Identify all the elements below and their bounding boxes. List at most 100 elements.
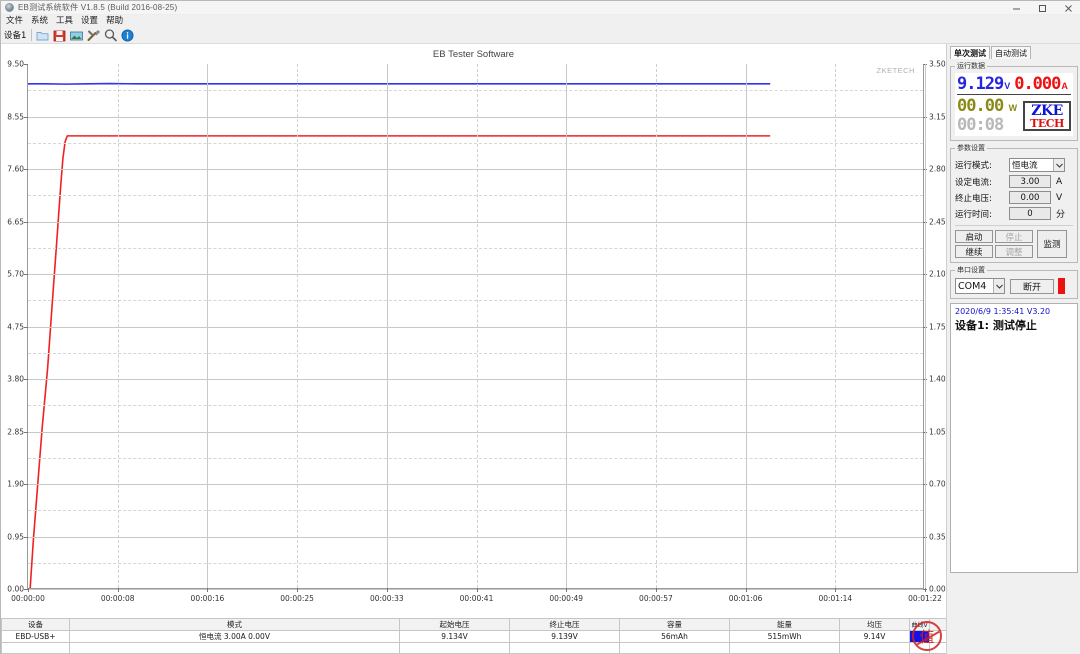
cell-mode: 恒电流 3.00A 0.00V [69,630,400,643]
table-row[interactable]: EBD-USB+ 恒电流 3.00A 0.00V 9.134V 9.139V 5… [1,630,947,643]
y-axis-left-tick-mark [24,221,28,223]
save-disk-icon[interactable] [52,28,67,43]
menu-help[interactable]: 帮助 [106,15,123,27]
table-row-empty[interactable] [1,642,947,654]
y-axis-right-tick: 3.15 [929,112,946,121]
port-settings-legend: 串口设置 [957,266,985,274]
y-axis-right-tick: 3.50 [929,59,946,69]
gridline-h [28,589,923,590]
y-axis-right-tick: 0.00 [929,584,946,594]
zoom-icon[interactable] [103,28,118,43]
cutoff-voltage-unit: V [1056,192,1063,203]
port-value: COM4 [958,280,987,292]
open-folder-icon[interactable] [35,28,50,43]
menu-system[interactable]: 系统 [31,15,48,27]
gridline-h [28,536,923,538]
primary-buttons-column: 启动 停止 继续 调整 [955,230,1035,258]
y-axis-left-tick: 7.60 [7,164,24,174]
start-button[interactable]: 启动 [955,230,993,243]
menu-settings[interactable]: 设置 [81,15,98,27]
gridline-v [925,64,926,588]
gridline-v [207,64,209,588]
cell-empty-3 [399,642,510,654]
power-row: 00.00 W [957,97,1017,116]
set-current-unit: A [1056,176,1063,187]
x-axis-tick-mark [117,588,119,592]
y-axis-right-tick: 2.10 [929,269,946,279]
connection-status-led [1058,278,1065,294]
y-axis-left-tick-mark [24,116,28,118]
gridline-v [745,64,747,588]
title-bar: EB测试系统软件 V1.8.5 (Build 2016-08-25) [1,1,1080,15]
tab-auto-test[interactable]: 自动测试 [991,46,1031,59]
power-value: 00.00 [957,96,1004,116]
disconnect-button[interactable]: 断开 [1010,278,1054,294]
cutoff-voltage-label: 终止电压: [955,193,992,204]
cell-empty-2 [69,642,400,654]
close-icon[interactable] [1055,1,1080,15]
set-current-input[interactable]: 3.00 [1009,175,1051,188]
x-axis-tick: 00:00:49 [549,594,584,603]
y-axis-right-tick: 2.80 [929,164,946,174]
voltage-unit: V [1004,81,1011,91]
monitor-button[interactable]: 监测 [1037,230,1067,258]
x-axis-tick-mark [297,588,299,592]
stop-button[interactable]: 停止 [995,230,1033,243]
menu-file[interactable]: 文件 [6,15,23,27]
cutoff-voltage-input[interactable]: 0.00 [1009,191,1051,204]
cell-empty-5 [619,642,730,654]
tools-icon[interactable] [86,28,101,43]
set-current-label: 设定电流: [955,177,992,188]
voltage-curve [28,84,770,85]
info-icon[interactable] [120,28,135,43]
set-current-row: 设定电流: 3.00 A [955,175,1073,188]
gridline-h-minor [28,352,923,354]
panel-tabs: 单次测试 自动测试 [947,45,1080,59]
maximize-icon[interactable] [1029,1,1055,15]
chevron-down-icon[interactable] [1053,159,1064,171]
curve-a-color-swatch[interactable] [929,630,947,643]
gridline-h-minor [28,142,923,144]
run-mode-value: 恒电流 [1012,161,1038,171]
parameter-settings-group: 参数设置 运行模式: 恒电流 设定电流: 3.00 A 终止电压: 0.00 V [950,143,1078,263]
gridline-h-minor [28,510,923,512]
y-axis-right-tick: 2.45 [929,217,946,226]
gridline-v [835,64,837,588]
y-axis-right-tick: 1.40 [929,374,946,384]
run-mode-row: 运行模式: 恒电流 [955,158,1073,172]
col-end-v: 终止电压 [509,618,620,631]
menu-bar: 文件 系统 工具 设置 帮助 [1,15,1080,27]
run-mode-select[interactable]: 恒电流 [1009,158,1065,172]
y-axis-right-tick: 0.35 [929,532,946,541]
curve-v-color-swatch[interactable] [909,630,930,643]
continue-button[interactable]: 继续 [955,245,993,258]
gridline-v [297,64,299,588]
plot-region[interactable]: ZKETECH 9.50 3.50 8.55 3.15 7.60 2.80 6.65 2.45… [7,60,945,604]
gridline-h [28,274,923,275]
tab-single-test[interactable]: 单次测试 [950,46,990,59]
chevron-down-icon[interactable] [993,279,1004,293]
x-axis-tick-mark [386,588,388,592]
run-mode-label: 运行模式: [955,161,992,171]
toolbar-device-label: 设备1 [4,31,27,41]
run-time-input[interactable]: 0 [1009,207,1051,220]
cell-empty-7 [839,642,910,654]
y-axis-left-tick: 0.00 [7,584,24,594]
x-axis-tick: 00:00:25 [280,594,314,603]
stats-table: 设备 模式 起始电压 终止电压 容量 能量 均压 曲线V EBD-USB+ 恒电… [1,618,947,654]
elapsed-time-value: 00:08 [957,115,1004,135]
running-data-group: 运行数据 9.129 V 0.000 A 00.00 W 00:08 ZKE T… [950,61,1078,141]
export-image-icon[interactable] [69,28,84,43]
minimize-icon[interactable] [1003,1,1029,15]
gridline-h-minor [28,300,923,302]
menu-tools[interactable]: 工具 [56,15,73,27]
port-row: COM4 断开 [955,278,1073,294]
port-select[interactable]: COM4 [955,278,1005,294]
gridline-h-minor [28,562,923,564]
gridline-h-minor [28,247,923,249]
log-panel[interactable]: 2020/6/9 1:35:41 V3.20 设备1: 测试停止 [950,303,1078,573]
adjust-button[interactable]: 调整 [995,245,1033,258]
y-axis-left-tick-mark [24,169,28,170]
y-axis-left-tick: 9.50 [7,59,24,69]
current-value: 0.000 [1014,74,1061,94]
